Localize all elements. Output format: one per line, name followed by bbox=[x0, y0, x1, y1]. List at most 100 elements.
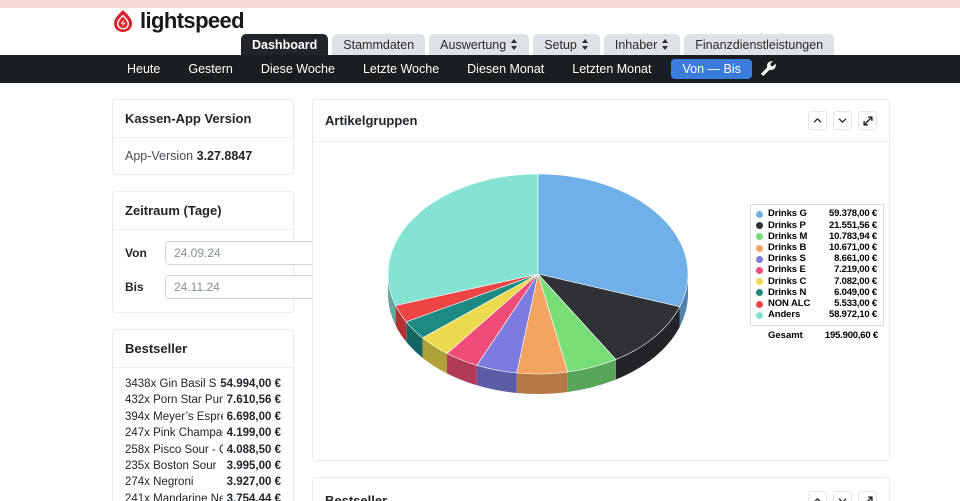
legend-label: Drinks N bbox=[768, 286, 807, 298]
legend-swatch-icon bbox=[756, 255, 763, 263]
tab-label: Stammdaten bbox=[343, 37, 415, 52]
tab-finanzdienstleistungen[interactable]: Finanzdienstleistungen bbox=[684, 34, 835, 55]
tab-inhaber[interactable]: Inhaber bbox=[603, 34, 681, 55]
chevron-up-icon[interactable] bbox=[808, 491, 827, 501]
tab-dashboard[interactable]: Dashboard bbox=[241, 34, 329, 55]
top-accent-strip bbox=[0, 0, 960, 8]
app-version-card-body: App-Version 3.27.8847 bbox=[113, 138, 293, 174]
nav-item-letzten-monat[interactable]: Letzten Monat bbox=[558, 55, 665, 83]
legend-value: 58.972,10 € bbox=[829, 309, 877, 321]
bestseller-name: 3438x Gin Basil Smash bbox=[125, 378, 217, 390]
brand-header: lightspeed bbox=[0, 8, 960, 34]
bestseller-name: 258x Pisco Sour - Quebra bbox=[125, 443, 223, 456]
card-title: Artikelgruppen bbox=[325, 113, 418, 128]
nav-item-von-bis[interactable]: Von — Bis bbox=[671, 59, 752, 79]
legend-value: 6.049,00 € bbox=[834, 286, 877, 298]
tab-stammdaten[interactable]: Stammdaten bbox=[332, 34, 426, 55]
bottom-bestseller-card-header: Bestseller bbox=[313, 478, 889, 501]
bestseller-list: 3438x Gin Basil Smash 54.994,00 € 432x P… bbox=[113, 368, 293, 501]
legend-item: Drinks C 7.082,00 € bbox=[756, 276, 877, 287]
legend-total-label: Gesamt bbox=[768, 329, 803, 341]
bottom-bestseller-card: Bestseller bbox=[312, 477, 890, 501]
bestseller-value: 3.995,00 € bbox=[226, 460, 281, 473]
tab-setup[interactable]: Setup bbox=[533, 34, 600, 55]
bestseller-card: Bestseller 3438x Gin Basil Smash 54.994,… bbox=[112, 329, 294, 501]
bestseller-name: 241x Mandarine Negroni bbox=[125, 492, 223, 501]
period-from-row: Von bbox=[125, 241, 338, 265]
pie-chart bbox=[373, 156, 703, 406]
legend-value: 7.219,00 € bbox=[834, 264, 877, 276]
legend-swatch-icon bbox=[756, 244, 763, 252]
legend-label: Drinks P bbox=[768, 219, 806, 231]
bestseller-card-header: Bestseller bbox=[113, 330, 293, 368]
legend-swatch-icon bbox=[756, 300, 763, 308]
legend-item: Drinks E 7.219,00 € bbox=[756, 264, 877, 276]
list-item[interactable]: 3438x Gin Basil Smash 54.994,00 € bbox=[125, 376, 281, 392]
nav-item-heute[interactable]: Heute bbox=[113, 55, 174, 83]
legend-label: Drinks M bbox=[768, 230, 808, 242]
legend-value: 5.533,00 € bbox=[834, 297, 877, 309]
legend-swatch-icon bbox=[756, 289, 763, 297]
list-item[interactable]: 394x Meyer’s Espresso M 6.698,00 € bbox=[125, 409, 281, 425]
nav-item-diesen-monat[interactable]: Diesen Monat bbox=[453, 55, 558, 83]
list-item[interactable]: 432x Porn Star Punch 7.610,56 € bbox=[125, 392, 281, 408]
bestseller-name: 432x Porn Star Punch bbox=[125, 394, 223, 407]
sort-caret-icon bbox=[662, 39, 669, 50]
bestseller-name: 274x Negroni bbox=[125, 476, 194, 489]
legend-swatch-icon bbox=[756, 211, 763, 219]
app-version-value: 3.27.8847 bbox=[196, 149, 253, 163]
wrench-icon[interactable] bbox=[758, 59, 778, 79]
list-item[interactable]: 247x Pink Champagne 4.199,00 € bbox=[125, 425, 281, 441]
bestseller-value: 3.754,44 € bbox=[226, 492, 281, 501]
nav-item-gestern[interactable]: Gestern bbox=[174, 55, 246, 83]
period-to-label: Bis bbox=[125, 280, 144, 294]
legend-total-value: 195.900,60 € bbox=[824, 329, 878, 341]
legend-value: 8.661,00 € bbox=[834, 253, 877, 265]
sort-caret-icon bbox=[511, 39, 518, 50]
list-item[interactable]: 235x Boston Sour 3.995,00 € bbox=[125, 458, 281, 474]
legend-swatch-icon bbox=[756, 222, 763, 230]
legend-box: Drinks G 59.378,00 € Drinks P 21.551,56 … bbox=[750, 204, 884, 326]
list-item[interactable]: 258x Pisco Sour - Quebra 4.088,50 € bbox=[125, 442, 281, 458]
legend-swatch-icon bbox=[756, 267, 763, 275]
legend-value: 7.082,00 € bbox=[834, 275, 877, 287]
legend-label: Anders bbox=[768, 309, 801, 321]
nav-item-letzte-woche[interactable]: Letzte Woche bbox=[349, 55, 453, 83]
card-title: Zeitraum (Tage) bbox=[125, 203, 222, 218]
card-title: Bestseller bbox=[325, 493, 388, 501]
app-version-row: App-Version 3.27.8847 bbox=[125, 149, 281, 163]
card-title: Kassen-App Version bbox=[125, 111, 252, 126]
period-card: Zeitraum (Tage) Von Bis bbox=[112, 191, 338, 313]
list-item[interactable]: 274x Negroni 3.927,00 € bbox=[125, 474, 281, 490]
tab-label: Finanzdienstleistungen bbox=[695, 37, 824, 52]
nav-item-diese-woche[interactable]: Diese Woche bbox=[247, 55, 349, 83]
logo-text: lightspeed bbox=[140, 8, 245, 33]
bestseller-value: 4.088,50 € bbox=[226, 443, 281, 456]
legend-item: NON ALC 5.533,00 € bbox=[756, 297, 877, 310]
legend-label: Drinks E bbox=[768, 264, 806, 276]
chevron-up-icon[interactable] bbox=[808, 111, 827, 130]
app-version-card-header: Kassen-App Version bbox=[113, 100, 293, 138]
chevron-down-icon[interactable] bbox=[833, 491, 852, 501]
expand-icon[interactable] bbox=[858, 491, 877, 501]
bestseller-name: 394x Meyer’s Espresso M bbox=[125, 410, 223, 423]
bestseller-value: 3.927,00 € bbox=[226, 476, 281, 489]
card-title: Bestseller bbox=[125, 341, 188, 356]
main-tabs: Dashboard Stammdaten Auswertung Setup In… bbox=[0, 34, 960, 55]
legend-item: Drinks B 10.671,00 € bbox=[756, 241, 877, 254]
legend-label: Drinks B bbox=[768, 241, 807, 253]
bestseller-name: 247x Pink Champagne bbox=[125, 427, 223, 440]
expand-icon[interactable] bbox=[858, 111, 877, 130]
logo[interactable]: lightspeed bbox=[112, 8, 245, 34]
app-version-card: Kassen-App Version App-Version 3.27.8847 bbox=[112, 99, 294, 175]
app-version-label: App-Version bbox=[125, 149, 194, 163]
tab-label: Dashboard bbox=[252, 37, 318, 52]
tab-label: Inhaber bbox=[614, 37, 658, 52]
pie-chart-svg bbox=[387, 173, 689, 394]
page-content: Kassen-App Version App-Version 3.27.8847… bbox=[0, 83, 960, 501]
legend-item: Drinks M 10.783,94 € bbox=[756, 231, 877, 242]
tab-auswertung[interactable]: Auswertung bbox=[429, 34, 530, 55]
chevron-down-icon[interactable] bbox=[833, 111, 852, 130]
legend-item: Drinks N 6.049,00 € bbox=[756, 287, 877, 298]
list-item[interactable]: 241x Mandarine Negroni 3.754,44 € bbox=[125, 491, 281, 501]
